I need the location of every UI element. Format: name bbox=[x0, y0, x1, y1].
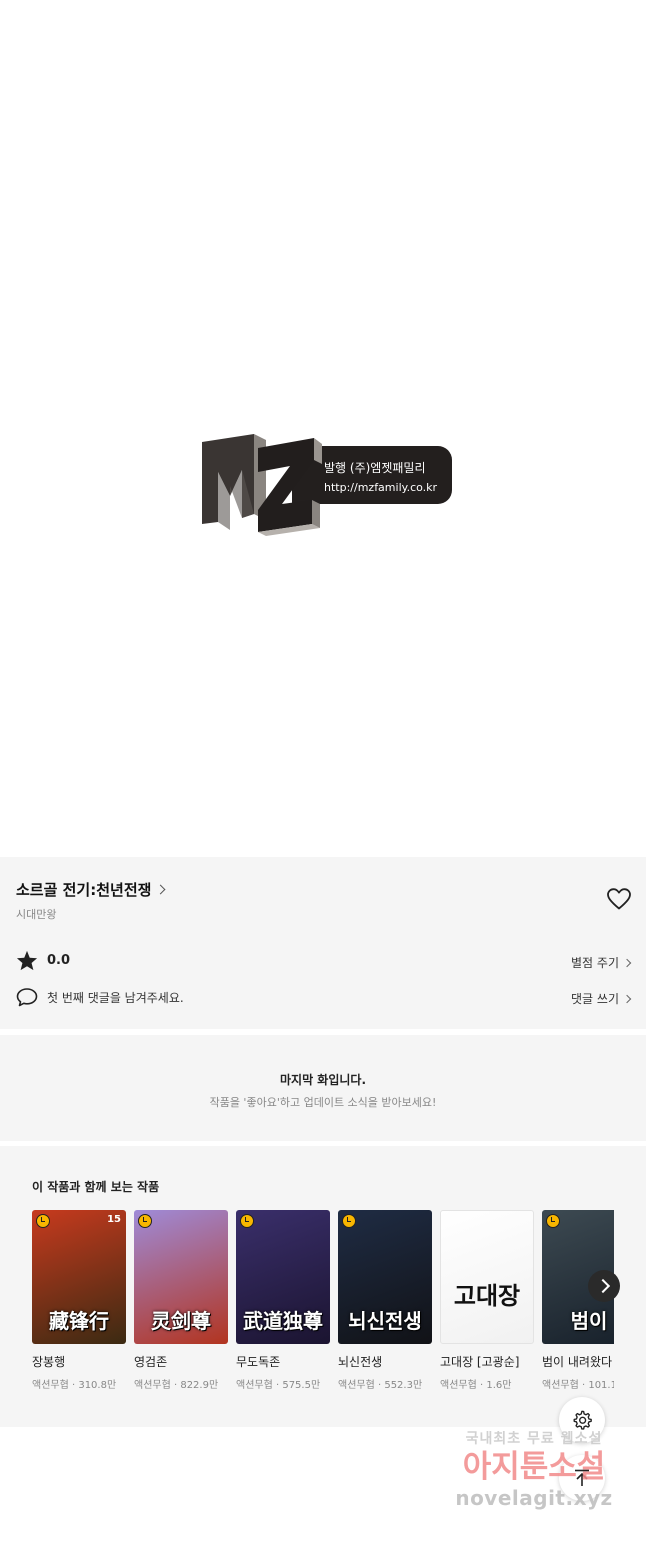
card-title: 범이 내려왔다 bbox=[542, 1355, 613, 1369]
work-title: 소르골 전기:천년전쟁 bbox=[16, 881, 152, 899]
cover-title: 藏锋行 bbox=[49, 1309, 109, 1333]
publisher-name: 발행 (주)엠젯패밀리 bbox=[324, 461, 426, 475]
rate-button-label: 별점 주기 bbox=[571, 956, 619, 970]
write-comment-label: 댓글 쓰기 bbox=[571, 992, 619, 1006]
heart-icon[interactable] bbox=[606, 887, 632, 911]
cover-title: 武道独尊 bbox=[243, 1309, 323, 1333]
write-comment-button[interactable]: 댓글 쓰기 bbox=[571, 990, 632, 1007]
star-icon bbox=[16, 950, 38, 971]
clock-icon bbox=[546, 1214, 560, 1228]
comment-icon bbox=[16, 988, 38, 1007]
clock-icon bbox=[36, 1214, 50, 1228]
cover-title: 灵剑尊 bbox=[151, 1309, 211, 1333]
card-meta: 액션무협 · 310.8만 bbox=[32, 1380, 117, 1391]
watermark-tagline: 국내최초 무료 웹소설 bbox=[465, 1431, 603, 1447]
comment-row[interactable]: 첫 번째 댓글을 남겨주세요. bbox=[16, 987, 184, 1007]
card-title: 장봉행 bbox=[32, 1355, 66, 1369]
watermark-url: novelagit.xyz bbox=[455, 1486, 613, 1510]
rate-button[interactable]: 별점 주기 bbox=[571, 954, 632, 971]
cover-image: 뇌신전생 bbox=[338, 1210, 432, 1344]
recommendations-title: 이 작품과 함께 보는 작품 bbox=[32, 1180, 160, 1194]
cover-title: 고대장 bbox=[453, 1282, 521, 1310]
recommendation-card[interactable]: 뇌신전생 뇌신전생 액션무협 · 552.3만 bbox=[338, 1210, 432, 1391]
cover-title: 뇌신전생 bbox=[348, 1309, 422, 1333]
cover-image: 武道独尊 bbox=[236, 1210, 330, 1344]
cover-image: 灵剑尊 bbox=[134, 1210, 228, 1344]
chevron-right-icon bbox=[622, 994, 632, 1003]
watermark-brand: 아지툰소설 bbox=[462, 1449, 606, 1485]
last-episode-notice: 마지막 화입니다. 작품을 '좋아요'하고 업데이트 소식을 받아보세요! bbox=[0, 1035, 646, 1141]
card-meta: 액션무협 · 552.3만 bbox=[338, 1380, 423, 1391]
work-info-panel: 소르골 전기:천년전쟁 시대만왕 0.0 별점 주기 첫 번째 댓글을 남겨주세… bbox=[0, 857, 646, 1029]
card-title: 고대장 [고광순] bbox=[440, 1355, 520, 1369]
publisher-logo: 발행 (주)엠젯패밀리 http://mzfamily.co.kr bbox=[196, 430, 460, 538]
recommendation-carousel[interactable]: 15 藏锋行 장봉행 액션무협 · 310.8만 灵剑尊 영검존 액션무협 · … bbox=[32, 1210, 614, 1400]
card-meta: 액션무협 · 1.6만 bbox=[440, 1380, 512, 1391]
card-meta: 액션무협 · 822.9만 bbox=[134, 1380, 219, 1391]
last-episode-title: 마지막 화입니다. bbox=[279, 1073, 367, 1087]
work-title-link[interactable]: 소르골 전기:천년전쟁 bbox=[16, 879, 166, 900]
publisher-logo-area: 발행 (주)엠젯패밀리 http://mzfamily.co.kr bbox=[0, 0, 646, 857]
card-title: 영검존 bbox=[134, 1355, 168, 1369]
recommendation-card[interactable]: 武道独尊 무도독존 액션무협 · 575.5만 bbox=[236, 1210, 330, 1391]
carousel-next-button[interactable] bbox=[588, 1270, 620, 1302]
site-watermark: 국내최초 무료 웹소설 아지툰소설 novelagit.xyz bbox=[444, 1428, 624, 1524]
mz-mark bbox=[202, 434, 322, 536]
card-title: 뇌신전생 bbox=[338, 1355, 383, 1369]
chevron-right-icon bbox=[622, 958, 632, 967]
cover-title: 범이 bbox=[570, 1309, 608, 1333]
card-title: 무도독존 bbox=[236, 1355, 281, 1369]
cover-image: 15 藏锋行 bbox=[32, 1210, 126, 1344]
recommendation-card[interactable]: 灵剑尊 영검존 액션무협 · 822.9만 bbox=[134, 1210, 228, 1391]
card-meta: 액션무협 · 101.1만 bbox=[542, 1380, 614, 1391]
clock-icon bbox=[138, 1214, 152, 1228]
work-author: 시대만왕 bbox=[16, 908, 57, 921]
clock-icon bbox=[240, 1214, 254, 1228]
age-badge: 15 bbox=[107, 1214, 121, 1225]
recommendation-card[interactable]: 고대장 고대장 [고광순] 액션무협 · 1.6만 bbox=[440, 1210, 534, 1391]
recommendation-card[interactable]: 15 藏锋行 장봉행 액션무협 · 310.8만 bbox=[32, 1210, 126, 1391]
card-meta: 액션무협 · 575.5만 bbox=[236, 1380, 321, 1391]
rating-row: 0.0 bbox=[16, 950, 70, 971]
rating-value: 0.0 bbox=[47, 953, 71, 968]
comment-prompt: 첫 번째 댓글을 남겨주세요. bbox=[47, 990, 184, 1005]
recommendations-section: 이 작품과 함께 보는 작품 15 藏锋行 장봉행 액션무협 · 310.8만 … bbox=[0, 1146, 646, 1427]
last-episode-subtitle: 작품을 '좋아요'하고 업데이트 소식을 받아보세요! bbox=[209, 1096, 437, 1109]
cover-image: 고대장 bbox=[440, 1210, 534, 1344]
chevron-right-icon bbox=[155, 884, 166, 895]
clock-icon bbox=[342, 1214, 356, 1228]
publisher-url: http://mzfamily.co.kr bbox=[324, 481, 438, 494]
